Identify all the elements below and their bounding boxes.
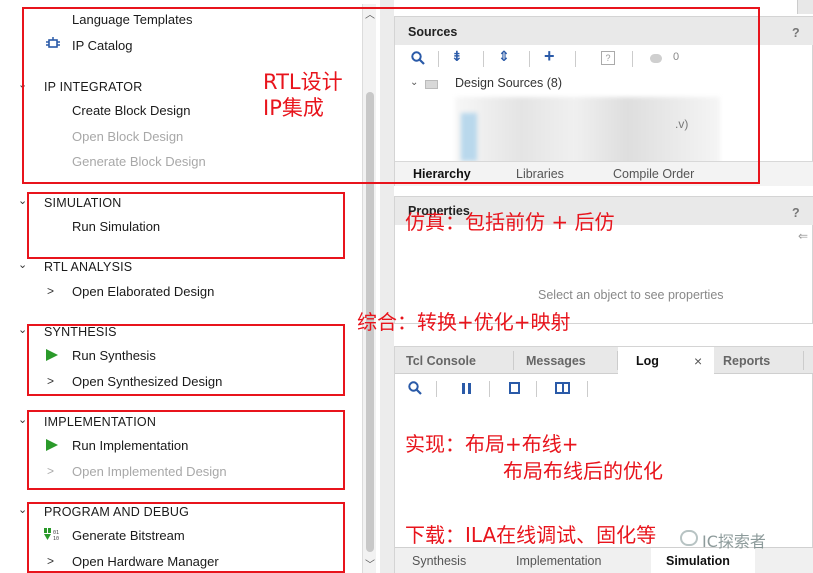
chevron-down-icon[interactable]: ⌄ [18,323,27,336]
search-icon[interactable] [408,381,422,398]
tab-tcl-console[interactable]: Tcl Console [406,354,476,368]
tab-simulation-run[interactable]: Simulation [666,554,730,568]
console-tabbar: Tcl Console Messages Log × Reports [395,347,813,374]
annotation-simulation: 仿真：包括前仿 + 后仿 [405,210,615,234]
annotation-download: 下载：ILA在线调试、固化等 [405,523,657,547]
tab-synthesis-run[interactable]: Synthesis [412,554,466,568]
toolbar-separator [587,381,588,397]
chevron-down-icon[interactable]: ⌄ [18,413,27,426]
watermark-icon [680,530,698,546]
chevron-down-icon[interactable]: ⌄ [18,258,27,271]
pause-icon[interactable] [462,383,465,394]
back-arrow-icon[interactable]: ⇐ [798,229,808,243]
annotation-box-rtl-ip [22,7,760,184]
annotation-implementation-1: 实现：布局+布线+ [405,432,579,456]
tab-separator [803,351,804,370]
toolbar-separator [436,381,437,397]
annotation-box-synthesis [27,324,345,396]
watermark: IC探索者 [702,532,766,551]
nav-open-elaborated-design[interactable]: Open Elaborated Design [72,284,214,299]
table-view-icon[interactable] [555,382,570,394]
chevron-down-icon[interactable]: ⌄ [18,194,27,207]
properties-empty-message: Select an object to see properties [538,288,724,302]
chevron-right-icon[interactable]: > [47,284,54,298]
tab-reports[interactable]: Reports [723,354,770,368]
tab-implementation-run[interactable]: Implementation [516,554,601,568]
tab-separator [513,351,514,370]
tab-messages[interactable]: Messages [526,354,586,368]
chevron-down-icon[interactable]: ⌄ [18,503,27,516]
scroll-down-icon[interactable]: ﹀ [365,556,375,571]
annotation-box-simulation [27,192,345,259]
toolbar-separator [489,381,490,397]
close-icon[interactable]: × [694,353,702,369]
pause-icon-bar [468,383,471,394]
toolbar-separator [536,381,537,397]
annotation-box-program-debug [27,502,345,573]
tab-log[interactable]: Log [636,354,659,368]
section-rtl-analysis[interactable]: RTL ANALYSIS [44,260,132,274]
annotation-implementation-2: 布局布线后的优化 [503,459,663,483]
annotation-box-implementation [27,410,345,490]
annotation-synthesis: 综合：转换+优化+映射 [357,310,571,334]
annotation-ip-integration: IP集成 [263,96,324,120]
right-edge-toolbar [797,0,813,14]
help-icon[interactable]: ? [792,26,800,40]
help-icon[interactable]: ? [792,206,800,220]
copy-icon[interactable] [509,382,520,394]
